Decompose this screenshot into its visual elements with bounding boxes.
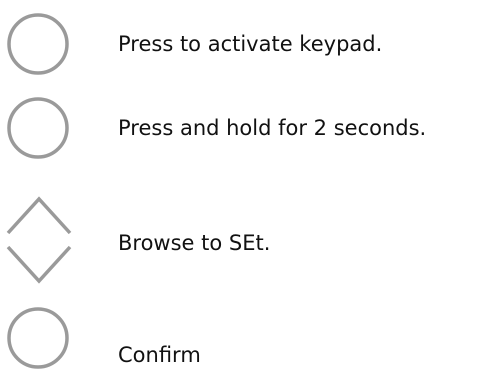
circle-button-icon <box>7 307 69 369</box>
circle-button-icon <box>7 97 69 159</box>
circle-button-icon <box>7 13 69 75</box>
up-down-arrows-icon <box>6 196 72 284</box>
step-3-text: Browse to SEt. <box>118 231 271 255</box>
step-4: Confirm <box>0 305 488 376</box>
step-1: Press to activate keypad. <box>0 0 488 90</box>
step-3: Browse to SEt. <box>0 195 488 295</box>
step-2: Press and hold for 2 seconds. <box>0 90 488 180</box>
step-2-text: Press and hold for 2 seconds. <box>118 116 427 140</box>
step-1-text: Press to activate keypad. <box>118 32 383 56</box>
step-4-text: Confirm <box>118 343 201 367</box>
